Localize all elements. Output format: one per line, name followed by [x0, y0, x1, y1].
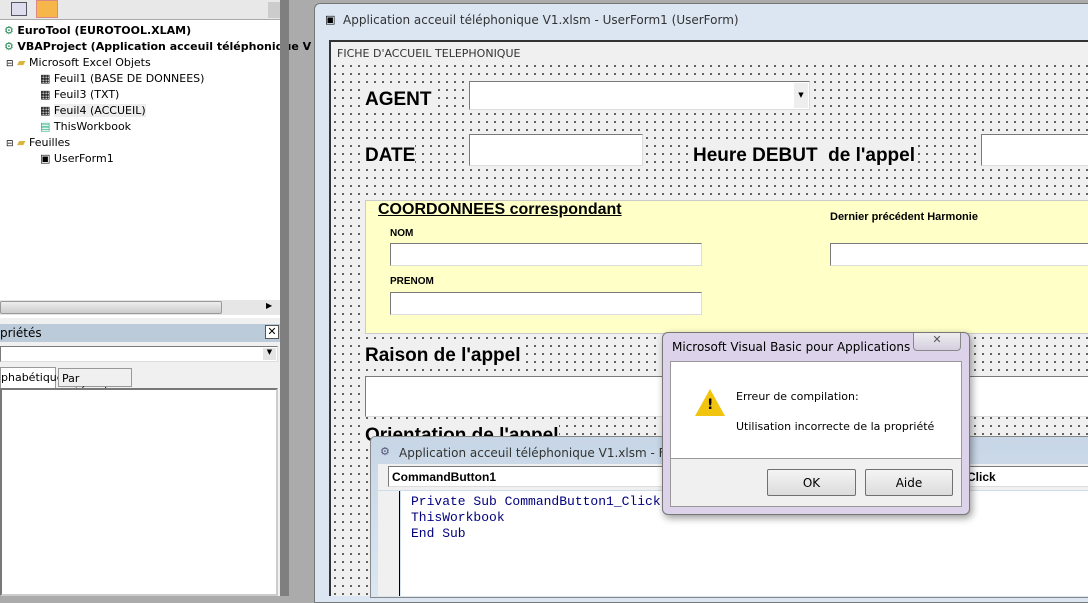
project-icon: ⚙ — [4, 24, 14, 37]
nom-input[interactable] — [390, 243, 702, 266]
tree-item-feuil3[interactable]: ▦ Feuil3 (TXT) — [40, 88, 119, 101]
project-explorer: ⚙ EuroTool (EUROTOOL.XLAM) ⚙ VBAProject … — [0, 0, 311, 318]
collapse-icon[interactable]: ⊟ — [6, 59, 14, 69]
heure-label: Heure DEBUT de l'appel — [693, 145, 916, 167]
error-message: Utilisation incorrecte de la propriété — [736, 420, 935, 433]
explorer-toolbar — [0, 0, 280, 20]
collapse-icon[interactable]: ⊟ — [6, 139, 14, 149]
date-label: DATE — [365, 145, 416, 167]
scroll-arrow[interactable] — [268, 2, 280, 18]
dernier-label: Dernier précédent Harmonie — [830, 211, 978, 223]
form-icon: ▣ — [325, 13, 336, 26]
splitter[interactable] — [280, 0, 289, 596]
properties-list[interactable] — [0, 388, 278, 596]
error-heading: Erreur de compilation: — [736, 390, 859, 403]
code-line: End Sub — [411, 526, 466, 541]
tree-item-vbaproject[interactable]: ⚙ VBAProject (Application acceuil téléph… — [4, 40, 311, 53]
sheet-icon: ▦ — [40, 104, 51, 117]
heure-input[interactable] — [981, 134, 1088, 166]
error-dialog: Microsoft Visual Basic pour Applications… — [662, 332, 970, 515]
properties-header: priétés ✕ — [0, 324, 280, 342]
tree-item-feuil1[interactable]: ▦ Feuil1 (BASE DE DONNEES) — [40, 72, 204, 85]
agent-combobox[interactable]: ▼ — [469, 81, 810, 110]
dropdown-arrow-icon[interactable]: ▼ — [263, 348, 276, 360]
toggle-folders-icon[interactable] — [36, 0, 58, 18]
close-icon[interactable]: ✕ — [265, 325, 279, 339]
tree-item-userform1[interactable]: ▣ UserForm1 — [40, 152, 114, 165]
code-window-icon: ⚙ — [380, 445, 390, 458]
folder-icon: ▰ — [17, 136, 26, 149]
close-button[interactable]: ✕ — [913, 333, 961, 351]
tree-item-eurotool[interactable]: ⚙ EuroTool (EUROTOOL.XLAM) — [4, 24, 191, 37]
ok-button[interactable]: OK — [767, 469, 856, 496]
help-button[interactable]: Aide — [865, 469, 953, 496]
sheet-icon: ▦ — [40, 88, 51, 101]
code-line: ThisWorkbook — [411, 510, 505, 525]
tab-category[interactable]: Par catégorie — [58, 368, 132, 398]
prenom-label: PRENOM — [390, 276, 434, 287]
tab-alphabetic[interactable]: phabétique — [0, 367, 64, 388]
dialog-title: Microsoft Visual Basic pour Applications — [672, 340, 911, 354]
sheet-icon: ▦ — [40, 72, 51, 85]
form-icon: ▣ — [40, 152, 51, 165]
agent-label: AGENT — [365, 89, 432, 111]
folder-icon: ▰ — [17, 56, 26, 69]
dernier-input[interactable] — [830, 243, 1088, 266]
prenom-input[interactable] — [390, 292, 702, 315]
nom-label: NOM — [390, 228, 414, 239]
project-icon: ⚙ — [4, 40, 14, 53]
scrollbar-thumb[interactable] — [0, 301, 222, 314]
dialog-body: ! Erreur de compilation: Utilisation inc… — [670, 361, 962, 459]
tree-item-feuilles[interactable]: ⊟ ▰ Feuilles — [6, 136, 70, 149]
frame-title: COORDONNEES correspondant — [378, 201, 622, 219]
object-combo[interactable]: ▼ — [0, 346, 278, 362]
tree-item-feuil4[interactable]: ▦ Feuil4 (ACCUEIL) — [40, 104, 146, 117]
tree-item-thisworkbook[interactable]: ▤ ThisWorkbook — [40, 120, 131, 133]
horizontal-scrollbar[interactable]: ▶ — [0, 300, 280, 315]
code-margin — [378, 491, 400, 596]
workbook-icon: ▤ — [40, 120, 51, 133]
view-object-icon[interactable] — [11, 2, 27, 16]
dropdown-arrow-icon[interactable]: ▼ — [794, 83, 808, 108]
tree-item-excel-objects[interactable]: ⊟ ▰ Microsoft Excel Objets — [6, 56, 151, 69]
scroll-right-arrow[interactable]: ▶ — [266, 301, 272, 310]
date-input[interactable] — [469, 134, 643, 166]
code-line: Private Sub CommandButton1_Click() — [411, 494, 677, 509]
properties-panel: priétés ✕ ▼ phabétique Par catégorie — [0, 318, 280, 596]
raison-label: Raison de l'appel — [365, 345, 521, 367]
